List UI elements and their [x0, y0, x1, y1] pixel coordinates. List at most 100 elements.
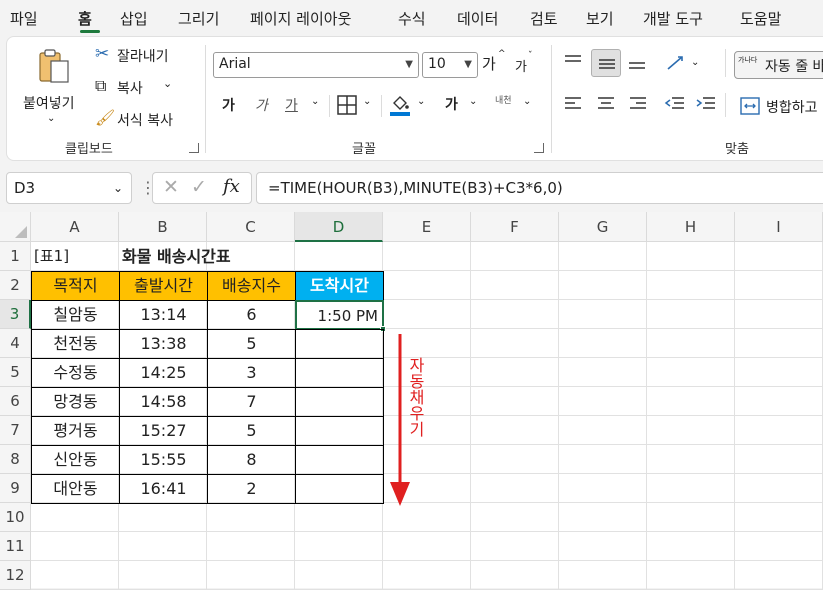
wrap-text-button[interactable]: 가나다 자동 줄 바: [734, 51, 823, 79]
shrink-font-button[interactable]: 가: [515, 56, 527, 75]
font-name-select[interactable]: Arial ▼: [213, 52, 419, 78]
row-header-12[interactable]: 12: [0, 561, 31, 590]
grid-cell[interactable]: [383, 532, 471, 561]
grid-cell[interactable]: [383, 271, 471, 300]
grid-cell[interactable]: [735, 474, 823, 503]
table-cell[interactable]: 14:25: [119, 358, 208, 388]
grid-cell[interactable]: [647, 416, 735, 445]
table-cell[interactable]: [295, 358, 384, 388]
table-cell[interactable]: 평거동: [31, 416, 120, 446]
grid-cell[interactable]: [647, 474, 735, 503]
table-cell[interactable]: 13:38: [119, 329, 208, 359]
table-cell[interactable]: [295, 474, 384, 504]
table-cell[interactable]: 칠암동: [31, 300, 120, 330]
table-cell[interactable]: 14:58: [119, 387, 208, 417]
formula-input[interactable]: =TIME(HOUR(B3),MINUTE(B3)+C3*6,0): [256, 172, 823, 204]
grid-cell[interactable]: [647, 445, 735, 474]
header-cell-departure[interactable]: 출발시간: [119, 271, 208, 301]
table-cell[interactable]: 5: [207, 416, 296, 446]
grid-cell[interactable]: [471, 387, 559, 416]
grid-cell[interactable]: [647, 242, 735, 271]
grid-cell[interactable]: [647, 358, 735, 387]
grid-cell[interactable]: [647, 503, 735, 532]
row-header-5[interactable]: 5: [0, 358, 31, 387]
decrease-indent-icon[interactable]: [664, 95, 686, 113]
chevron-down-icon[interactable]: ⌄: [363, 96, 371, 107]
grid-cell[interactable]: [471, 561, 559, 590]
tab-view[interactable]: 보기: [586, 8, 614, 29]
grid-cell[interactable]: [559, 561, 647, 590]
align-bottom-icon[interactable]: [627, 53, 647, 71]
table-cell[interactable]: 천전동: [31, 329, 120, 359]
grid-cell[interactable]: [471, 329, 559, 358]
cell-a1[interactable]: [표1]: [31, 242, 119, 271]
table-cell[interactable]: 수정동: [31, 358, 120, 388]
align-left-icon[interactable]: [563, 95, 583, 113]
row-header-7[interactable]: 7: [0, 416, 31, 445]
insert-function-button[interactable]: fx: [223, 176, 240, 197]
grid-cell[interactable]: [735, 242, 823, 271]
column-header-b[interactable]: B: [119, 212, 207, 242]
column-header-g[interactable]: G: [559, 212, 647, 242]
underline-button[interactable]: 가: [285, 95, 298, 115]
grid-cell[interactable]: [119, 532, 207, 561]
row-header-10[interactable]: 10: [0, 503, 31, 532]
orientation-icon[interactable]: [664, 53, 688, 73]
tab-home[interactable]: 홈: [78, 8, 92, 29]
column-header-i[interactable]: I: [735, 212, 823, 242]
grid-cell[interactable]: [647, 387, 735, 416]
grid-cell[interactable]: [559, 358, 647, 387]
tab-page-layout[interactable]: 페이지 레이아웃: [250, 8, 351, 29]
grid-cell[interactable]: [559, 387, 647, 416]
grid-cell[interactable]: [559, 416, 647, 445]
row-header-9[interactable]: 9: [0, 474, 31, 503]
grid-cell[interactable]: [559, 271, 647, 300]
grid-cell[interactable]: [471, 532, 559, 561]
header-cell-destination[interactable]: 목적지: [31, 271, 120, 301]
active-cell-d3[interactable]: 1:50 PM: [295, 300, 384, 330]
chevron-down-icon[interactable]: ⌄: [469, 96, 477, 107]
grid-cell[interactable]: [383, 300, 471, 329]
cell-b1[interactable]: 화물 배송시간표: [119, 242, 295, 271]
cut-button[interactable]: ✂ 잘라내기: [91, 43, 191, 69]
chevron-down-icon[interactable]: ⌄: [47, 113, 55, 124]
grid-cell[interactable]: [31, 532, 119, 561]
grid-cell[interactable]: [559, 532, 647, 561]
grid-cell[interactable]: [735, 387, 823, 416]
table-cell[interactable]: 13:14: [119, 300, 208, 330]
align-right-icon[interactable]: [628, 95, 648, 113]
table-cell[interactable]: 3: [207, 358, 296, 388]
table-cell[interactable]: 5: [207, 329, 296, 359]
chevron-down-icon[interactable]: ⌄: [311, 96, 319, 107]
table-cell[interactable]: 6: [207, 300, 296, 330]
grid-cell[interactable]: [647, 532, 735, 561]
name-box[interactable]: D3 ⌄: [6, 172, 132, 204]
grid-cell[interactable]: [735, 532, 823, 561]
column-header-d[interactable]: D: [295, 212, 383, 242]
column-header-a[interactable]: A: [31, 212, 119, 242]
dialog-launcher-icon[interactable]: [534, 143, 544, 153]
enter-check-icon[interactable]: ✓: [191, 176, 207, 198]
table-cell[interactable]: [295, 329, 384, 359]
table-cell[interactable]: [295, 387, 384, 417]
align-top-icon[interactable]: [563, 53, 583, 71]
table-cell[interactable]: 대안동: [31, 474, 120, 504]
tab-review[interactable]: 검토: [530, 8, 558, 29]
tab-draw[interactable]: 그리기: [178, 8, 219, 29]
grid-cell[interactable]: [207, 503, 295, 532]
grid-cell[interactable]: [471, 445, 559, 474]
align-middle-button[interactable]: [591, 49, 621, 77]
grid-cell[interactable]: [735, 503, 823, 532]
grid-cell[interactable]: [31, 503, 119, 532]
grid-cell[interactable]: [471, 358, 559, 387]
column-header-f[interactable]: F: [471, 212, 559, 242]
grid-cell[interactable]: [207, 561, 295, 590]
grid-cell[interactable]: [207, 532, 295, 561]
font-color-button[interactable]: 가: [445, 94, 458, 114]
grid-cell[interactable]: [119, 503, 207, 532]
table-cell[interactable]: 8: [207, 445, 296, 475]
grid-cell[interactable]: [647, 561, 735, 590]
select-all-corner[interactable]: [0, 212, 31, 242]
table-cell[interactable]: [295, 416, 384, 446]
grid-cell[interactable]: [735, 445, 823, 474]
